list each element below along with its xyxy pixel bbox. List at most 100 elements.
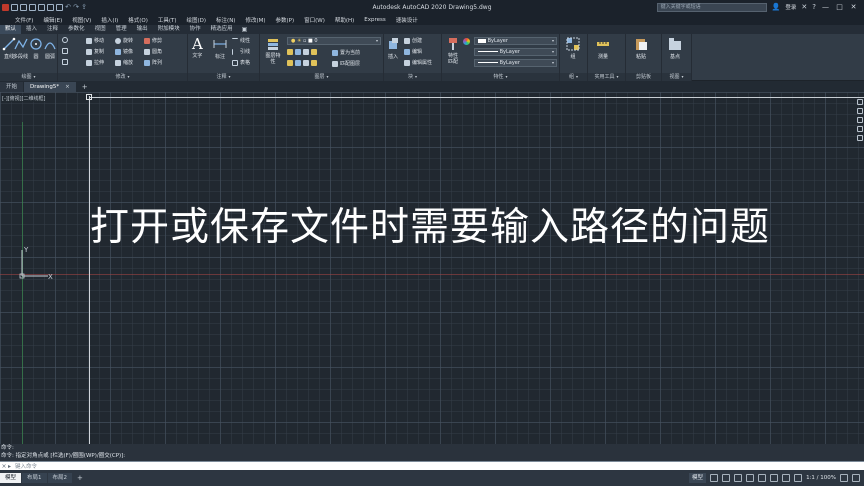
tab-manage[interactable]: 管理 <box>111 25 132 34</box>
panel-annotation-label[interactable]: 注释 ▾ <box>188 73 259 81</box>
ortho-icon[interactable] <box>734 474 743 482</box>
modify-extra-1[interactable] <box>62 37 68 43</box>
share-icon[interactable]: ⇪ <box>81 3 87 11</box>
close-tab-icon[interactable]: × <box>65 84 70 90</box>
grid-icon[interactable] <box>710 474 719 482</box>
tab-annotate[interactable]: 注释 <box>42 25 63 34</box>
group-button[interactable]: 组 <box>566 37 580 60</box>
print-icon[interactable] <box>56 3 63 11</box>
layer-dropdown[interactable]: ● ☀ ▫ ■ 0 ▾ <box>287 37 381 45</box>
leader-button[interactable]: 引线 <box>232 48 250 55</box>
customize-menu-icon[interactable] <box>852 474 860 482</box>
lineweight-icon[interactable] <box>782 474 791 482</box>
color-dropdown[interactable]: ByLayer ▾ <box>474 37 557 45</box>
insert-block-button[interactable]: 插入 <box>386 37 400 60</box>
menu-view[interactable]: 视图(V) <box>67 16 96 24</box>
open-file-icon[interactable] <box>20 3 27 11</box>
dimension-button[interactable]: 标注 <box>213 37 227 60</box>
full-navigation-wheel-icon[interactable] <box>857 99 863 105</box>
polyline-button[interactable]: 多段线 <box>13 37 28 60</box>
zoom-icon[interactable] <box>857 117 863 123</box>
edit-attributes-button[interactable]: 编辑属性 <box>404 59 432 66</box>
menu-dimension[interactable]: 标注(N) <box>211 16 240 24</box>
tab-output[interactable]: 输出 <box>132 25 153 34</box>
lineweight-dropdown[interactable]: ByLayer ▾ <box>474 59 557 67</box>
panel-view-label[interactable]: 视图 ▾ <box>662 73 691 81</box>
modify-extra-3[interactable] <box>62 59 68 65</box>
match-layer-button[interactable]: 匹配图层 <box>332 60 360 67</box>
tab-featured-apps[interactable]: 精选应用 <box>206 25 238 34</box>
copy-button[interactable]: 复制 <box>86 48 104 55</box>
set-current-button[interactable]: 置为当前 <box>332 49 360 56</box>
paste-button[interactable]: 粘贴 <box>634 37 648 60</box>
layer-tools-row-2[interactable] <box>287 60 317 66</box>
arc-button[interactable]: 圆弧 <box>43 37 57 60</box>
circle-button[interactable]: 圆 <box>29 37 43 60</box>
edit-block-button[interactable]: 编辑 <box>404 48 422 55</box>
menu-tools[interactable]: 工具(T) <box>153 16 182 24</box>
login-button[interactable]: 登录 <box>785 3 796 11</box>
modify-extra-2[interactable] <box>62 48 68 54</box>
otrack-icon[interactable] <box>770 474 779 482</box>
close-button[interactable]: ✕ <box>849 3 858 11</box>
command-input[interactable]: 键入命令 <box>15 462 37 470</box>
panel-groups-label[interactable]: 组 ▾ <box>560 73 587 81</box>
tab-collaborate[interactable]: 协作 <box>185 25 206 34</box>
maximize-button[interactable]: □ <box>835 3 844 11</box>
array-button[interactable]: 阵列 <box>144 59 162 66</box>
layout-tab-layout2[interactable]: 布局2 <box>47 473 73 483</box>
ribbon-toggle-icon[interactable]: ▣ <box>238 26 248 33</box>
menu-window[interactable]: 窗口(W) <box>299 16 330 24</box>
panel-layers-label[interactable]: 图层 ▾ <box>260 73 383 81</box>
menu-format[interactable]: 格式(O) <box>123 16 153 24</box>
menu-modify[interactable]: 修改(M) <box>240 16 270 24</box>
base-view-button[interactable]: 基点 <box>668 37 682 60</box>
user-icon[interactable]: 👤 <box>772 3 781 11</box>
trim-button[interactable]: 修剪 <box>144 37 162 44</box>
new-tab-button[interactable]: + <box>77 82 93 92</box>
workspace-gear-icon[interactable] <box>840 474 848 482</box>
text-button[interactable]: A 文字 <box>192 36 203 59</box>
tab-insert[interactable]: 插入 <box>21 25 42 34</box>
tab-default[interactable]: 默认 <box>0 25 22 34</box>
app-menu-icon[interactable] <box>2 3 9 11</box>
minimize-button[interactable]: — <box>821 3 830 11</box>
rotate-button[interactable]: 旋转 <box>115 37 133 44</box>
redo-icon[interactable]: ↷ <box>73 3 79 11</box>
scale-button[interactable]: 缩放 <box>115 59 133 66</box>
command-prompt-icon[interactable]: ▸ <box>8 463 15 470</box>
file-tab-start[interactable]: 开始 <box>0 82 24 92</box>
panel-block-label[interactable]: 块 ▾ <box>384 73 441 81</box>
snap-icon[interactable] <box>722 474 731 482</box>
showmotion-icon[interactable] <box>857 135 863 141</box>
model-space-button[interactable]: 模型 <box>689 473 707 483</box>
measure-button[interactable]: 测量 <box>596 37 610 60</box>
create-block-button[interactable]: 创建 <box>404 37 422 44</box>
tab-view[interactable]: 视图 <box>90 25 111 34</box>
tab-addins[interactable]: 附加模块 <box>153 25 185 34</box>
viewport-controls[interactable]: [-][俯视][二维线框] <box>2 95 46 102</box>
layout-tab-model[interactable]: 模型 <box>0 473 22 483</box>
fillet-button[interactable]: 圆角 <box>144 48 162 55</box>
search-input[interactable]: 键入关键字或短语 <box>656 2 767 12</box>
save-as-icon[interactable] <box>38 3 45 11</box>
save-icon[interactable] <box>29 3 36 11</box>
help-icon[interactable]: ? <box>812 3 816 11</box>
menu-file[interactable]: 文件(F) <box>10 16 38 24</box>
layout-tab-layout1[interactable]: 布局1 <box>22 473 47 483</box>
menu-express[interactable]: Express <box>359 17 390 23</box>
close-command-line-icon[interactable]: × <box>0 463 8 470</box>
stretch-button[interactable]: 拉伸 <box>86 59 104 66</box>
add-layout-button[interactable]: + <box>73 474 87 482</box>
panel-properties-label[interactable]: 特性 ▾ <box>442 73 559 81</box>
panel-utilities-label[interactable]: 实用工具 ▾ <box>588 73 625 81</box>
layer-tools-row-1[interactable] <box>287 49 317 55</box>
mirror-button[interactable]: 镜像 <box>115 48 133 55</box>
table-button[interactable]: 表格 <box>232 59 250 66</box>
linear-button[interactable]: 线性 <box>232 37 250 44</box>
drawing-canvas[interactable]: [-][俯视][二维线框] Y X 打开或保存文件时需要输入路径的问题 <box>0 92 864 444</box>
tab-parametric[interactable]: 参数化 <box>63 25 90 34</box>
linetype-dropdown[interactable]: ByLayer ▾ <box>474 48 557 56</box>
undo-icon[interactable]: ↶ <box>65 3 71 11</box>
exchange-icon[interactable]: ✕ <box>801 3 807 11</box>
